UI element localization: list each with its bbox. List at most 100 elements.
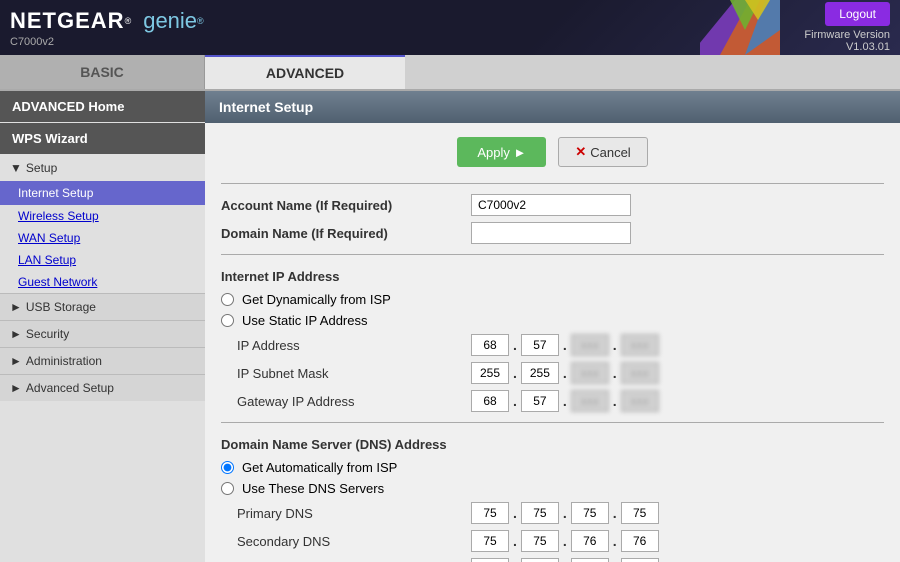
firmware-version: V1.03.01 bbox=[846, 41, 890, 53]
sdns-oct3[interactable] bbox=[571, 530, 609, 552]
sidebar-item-usb-storage[interactable]: ► USB Storage bbox=[0, 293, 205, 320]
use-static-radio[interactable] bbox=[221, 314, 234, 327]
ip-dot-2: . bbox=[563, 337, 567, 353]
subnet-dot-3: . bbox=[613, 365, 617, 381]
header-left: NETGEAR® genie® C7000v2 bbox=[10, 8, 204, 48]
tertiary-dns-fields: . . . bbox=[471, 558, 659, 562]
get-auto-dns-radio[interactable] bbox=[221, 461, 234, 474]
use-static-row: Use Static IP Address bbox=[221, 313, 884, 328]
gw-dot-3: . bbox=[613, 393, 617, 409]
account-name-row: Account Name (If Required) bbox=[221, 194, 884, 216]
tdns-oct2[interactable] bbox=[521, 558, 559, 562]
logo: NETGEAR® genie® bbox=[10, 8, 204, 34]
tabs: BASIC ADVANCED bbox=[0, 55, 900, 91]
usb-label: USB Storage bbox=[26, 300, 96, 314]
get-auto-dns-row: Get Automatically from ISP bbox=[221, 460, 884, 475]
usb-arrow-icon: ► bbox=[10, 300, 22, 314]
setup-arrow-icon: ▼ bbox=[10, 161, 22, 175]
tab-basic[interactable]: BASIC bbox=[0, 55, 205, 89]
subnet-oct1[interactable] bbox=[471, 362, 509, 384]
sidebar-item-guest-network[interactable]: Guest Network bbox=[0, 271, 205, 293]
sidebar-item-wps-wizard[interactable]: WPS Wizard bbox=[0, 123, 205, 154]
sidebar-item-lan-setup[interactable]: LAN Setup bbox=[0, 249, 205, 271]
sidebar-item-wan-setup[interactable]: WAN Setup bbox=[0, 227, 205, 249]
gw-oct4[interactable] bbox=[621, 390, 659, 412]
pdns-oct3[interactable] bbox=[571, 502, 609, 524]
registered-mark: ® bbox=[125, 16, 132, 26]
subnet-oct2[interactable] bbox=[521, 362, 559, 384]
dns-section-title: Domain Name Server (DNS) Address bbox=[221, 437, 884, 452]
security-arrow-icon: ► bbox=[10, 327, 22, 341]
ip-subnet-fields: . . . bbox=[471, 362, 659, 384]
subnet-dot-2: . bbox=[563, 365, 567, 381]
sdns-dot-3: . bbox=[613, 533, 617, 549]
primary-dns-label: Primary DNS bbox=[221, 506, 471, 521]
apply-button[interactable]: Apply ► bbox=[457, 137, 546, 167]
get-auto-dns-label: Get Automatically from ISP bbox=[242, 460, 397, 475]
cancel-x-icon: ✕ bbox=[575, 144, 586, 160]
divider-3 bbox=[221, 422, 884, 423]
header-decoration bbox=[700, 0, 780, 55]
tertiary-dns-row: Tertiary DNS . . . bbox=[221, 558, 884, 562]
sidebar-item-internet-setup[interactable]: Internet Setup bbox=[0, 181, 205, 205]
gw-oct2[interactable] bbox=[521, 390, 559, 412]
use-these-dns-radio[interactable] bbox=[221, 482, 234, 495]
pdns-oct2[interactable] bbox=[521, 502, 559, 524]
account-name-input[interactable] bbox=[471, 194, 631, 216]
ip-oct4[interactable] bbox=[621, 334, 659, 356]
page-title: Internet Setup bbox=[205, 91, 900, 123]
subnet-oct4[interactable] bbox=[621, 362, 659, 384]
gw-oct3[interactable] bbox=[571, 390, 609, 412]
secondary-dns-fields: . . . bbox=[471, 530, 659, 552]
ip-address-label: IP Address bbox=[221, 338, 471, 353]
cancel-button[interactable]: ✕ Cancel bbox=[558, 137, 647, 167]
tdns-oct4[interactable] bbox=[621, 558, 659, 562]
get-dynamic-label: Get Dynamically from ISP bbox=[242, 292, 391, 307]
cancel-label: Cancel bbox=[590, 145, 630, 160]
sdns-oct2[interactable] bbox=[521, 530, 559, 552]
subnet-oct3[interactable] bbox=[571, 362, 609, 384]
domain-name-label: Domain Name (If Required) bbox=[221, 226, 471, 241]
tab-advanced[interactable]: ADVANCED bbox=[205, 55, 405, 89]
gw-oct1[interactable] bbox=[471, 390, 509, 412]
ip-dot-3: . bbox=[613, 337, 617, 353]
use-these-dns-label: Use These DNS Servers bbox=[242, 481, 384, 496]
sidebar-item-security[interactable]: ► Security bbox=[0, 320, 205, 347]
content-area: Internet Setup Apply ► ✕ Cancel Account … bbox=[205, 91, 900, 562]
admin-arrow-icon: ► bbox=[10, 354, 22, 368]
sdns-oct1[interactable] bbox=[471, 530, 509, 552]
ip-oct2[interactable] bbox=[521, 334, 559, 356]
sidebar-item-advanced-setup[interactable]: ► Advanced Setup bbox=[0, 374, 205, 401]
secondary-dns-label: Secondary DNS bbox=[221, 534, 471, 549]
gateway-ip-fields: . . . bbox=[471, 390, 659, 412]
main-layout: ADVANCED Home WPS Wizard ▼ Setup Interne… bbox=[0, 91, 900, 562]
sidebar-item-advanced-home[interactable]: ADVANCED Home bbox=[0, 91, 205, 122]
pdns-dot-2: . bbox=[563, 505, 567, 521]
domain-name-input[interactable] bbox=[471, 222, 631, 244]
ip-subnet-row: IP Subnet Mask . . . bbox=[221, 362, 884, 384]
ip-address-row: IP Address . . . bbox=[221, 334, 884, 356]
header: NETGEAR® genie® C7000v2 Logout Firmware … bbox=[0, 0, 900, 55]
primary-dns-row: Primary DNS . . . bbox=[221, 502, 884, 524]
account-name-label: Account Name (If Required) bbox=[221, 198, 471, 213]
netgear-logo-text: NETGEAR bbox=[10, 8, 125, 34]
sdns-oct4[interactable] bbox=[621, 530, 659, 552]
pdns-oct4[interactable] bbox=[621, 502, 659, 524]
use-these-dns-row: Use These DNS Servers bbox=[221, 481, 884, 496]
sidebar-item-administration[interactable]: ► Administration bbox=[0, 347, 205, 374]
ip-address-fields: . . . bbox=[471, 334, 659, 356]
pdns-oct1[interactable] bbox=[471, 502, 509, 524]
ip-oct3[interactable] bbox=[571, 334, 609, 356]
logout-button[interactable]: Logout bbox=[825, 2, 890, 26]
divider-2 bbox=[221, 254, 884, 255]
gateway-ip-row: Gateway IP Address . . . bbox=[221, 390, 884, 412]
divider-1 bbox=[221, 183, 884, 184]
tdns-oct3[interactable] bbox=[571, 558, 609, 562]
use-static-label: Use Static IP Address bbox=[242, 313, 368, 328]
ip-oct1[interactable] bbox=[471, 334, 509, 356]
pdns-dot-3: . bbox=[613, 505, 617, 521]
sidebar-item-wireless-setup[interactable]: Wireless Setup bbox=[0, 205, 205, 227]
tdns-oct1[interactable] bbox=[471, 558, 509, 562]
get-dynamic-radio[interactable] bbox=[221, 293, 234, 306]
sidebar-setup-header[interactable]: ▼ Setup bbox=[0, 155, 205, 181]
